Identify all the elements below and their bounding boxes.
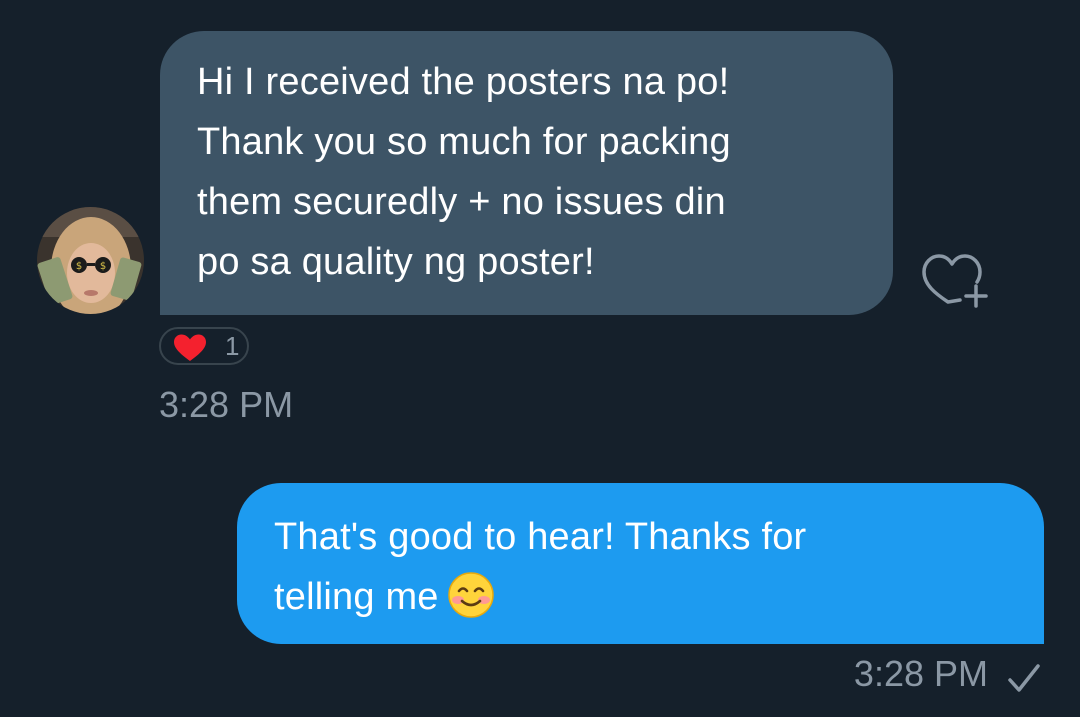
message-timestamp: 3:28 PM bbox=[853, 653, 988, 694]
reaction-badge[interactable]: 1 bbox=[159, 327, 249, 365]
message-text-line: Thank you so much for packing bbox=[197, 121, 731, 163]
message-timestamp: 3:28 PM bbox=[159, 384, 294, 425]
reaction-count: 1 bbox=[225, 331, 240, 361]
heart-icon bbox=[174, 334, 206, 361]
add-reaction-button[interactable] bbox=[920, 252, 990, 312]
avatar[interactable]: $ $ bbox=[37, 207, 144, 314]
check-icon bbox=[1008, 664, 1040, 692]
svg-text:$: $ bbox=[76, 261, 82, 272]
message-text: telling me bbox=[274, 576, 439, 618]
message-text-line: Hi I received the posters na po! bbox=[197, 61, 730, 103]
heart-plus-icon bbox=[922, 254, 988, 308]
message-text-line: them securedly + no issues din bbox=[197, 181, 726, 223]
svg-text:$: $ bbox=[100, 261, 106, 272]
incoming-message-bubble[interactable]: Hi I received the posters na po! Thank y… bbox=[160, 31, 893, 315]
smiling-face-with-blush-emoji-icon bbox=[447, 572, 494, 618]
message-text-line-with-emoji: telling me bbox=[274, 567, 1014, 627]
outgoing-message-bubble[interactable]: That's good to hear! Thanks for telling … bbox=[237, 483, 1044, 644]
message-text-line: That's good to hear! Thanks for bbox=[274, 516, 807, 558]
message-text-line: po sa quality ng poster! bbox=[197, 241, 595, 283]
